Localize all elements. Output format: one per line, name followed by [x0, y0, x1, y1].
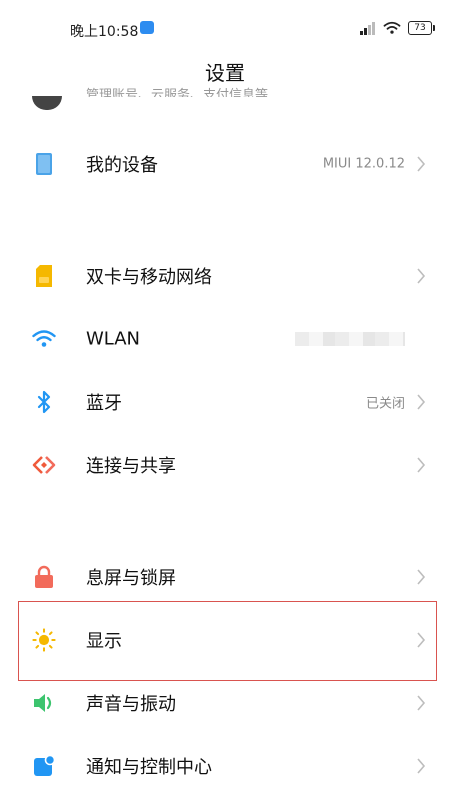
connection-sharing-icon [32, 453, 56, 477]
settings-item-lock-screen[interactable]: 息屏与锁屏 [0, 546, 450, 608]
settings-item-notifications[interactable]: 通知与控制中心 [0, 735, 450, 797]
settings-item-label: 蓝牙 [86, 393, 122, 414]
lock-icon [32, 565, 56, 589]
settings-item-wlan[interactable]: WLAN [0, 308, 450, 370]
notification-icon [32, 754, 56, 778]
wifi-icon [32, 327, 56, 351]
chevron-right-icon [417, 156, 426, 172]
settings-item-value: MIUI 12.0.12 [322, 156, 405, 172]
chevron-right-icon [417, 394, 426, 410]
chevron-right-icon [417, 758, 426, 774]
status-icons: 73 [360, 20, 435, 36]
settings-item-value: 已关闭 [365, 396, 405, 412]
settings-item-sound[interactable]: 声音与振动 [0, 672, 450, 734]
sim-card-icon [32, 264, 56, 288]
settings-item-label: 息屏与锁屏 [86, 568, 176, 589]
device-icon [32, 152, 56, 176]
speaker-icon [32, 691, 56, 715]
account-subtitle: 管理账号、云服务、支付信息等 [86, 88, 269, 97]
settings-item-label: 连接与共享 [86, 456, 176, 477]
status-time: 晚上10:58 [70, 24, 139, 40]
cloud-icon [140, 21, 154, 34]
settings-item-my-device[interactable]: 我的设备 MIUI 12.0.12 [0, 133, 450, 195]
chevron-right-icon [417, 268, 426, 284]
settings-item-label: 我的设备 [86, 155, 158, 176]
chevron-right-icon [417, 457, 426, 473]
bluetooth-icon [32, 390, 56, 414]
settings-item-label: 双卡与移动网络 [86, 267, 212, 288]
settings-item-connection-sharing[interactable]: 连接与共享 [0, 434, 450, 496]
settings-item-bluetooth[interactable]: 蓝牙 已关闭 [0, 371, 450, 433]
settings-item-label: 通知与控制中心 [86, 757, 212, 778]
avatar [32, 96, 62, 110]
battery-icon: 73 [408, 21, 435, 35]
highlight-box [18, 601, 437, 681]
chevron-right-icon [417, 695, 426, 711]
status-bar: 晚上10:58 73 [0, 0, 450, 58]
settings-item-label: 声音与振动 [86, 694, 176, 715]
signal-icon [360, 21, 376, 35]
chevron-right-icon [417, 569, 426, 585]
settings-item-dual-sim[interactable]: 双卡与移动网络 [0, 245, 450, 307]
wlan-network-name-blurred [295, 332, 405, 346]
wifi-icon [383, 21, 401, 34]
settings-item-label: WLAN [86, 328, 141, 350]
